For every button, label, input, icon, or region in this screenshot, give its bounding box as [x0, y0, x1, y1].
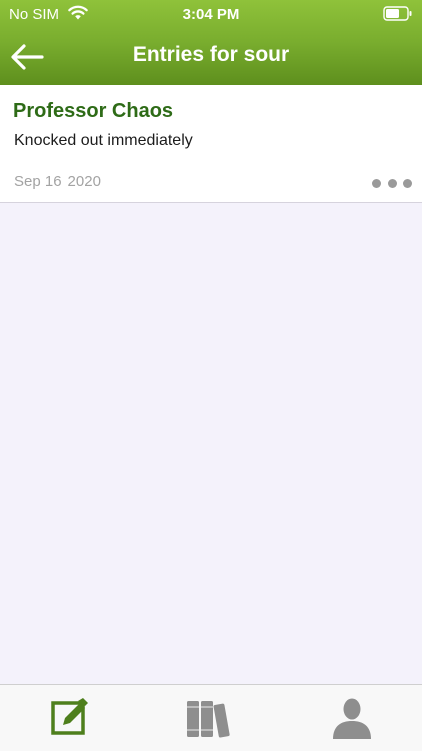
entry-date-month-day: Sep 16	[14, 173, 62, 190]
library-books-icon	[187, 701, 230, 738]
entry-more-button[interactable]	[372, 173, 412, 193]
entry-list-item[interactable]: Professor Chaos Knocked out immediately …	[0, 85, 422, 203]
status-bar: No SIM 3:04 PM	[0, 0, 422, 30]
page-title: Entries for sour	[132, 43, 290, 66]
app-header: No SIM 3:04 PM Entries for sour	[0, 0, 422, 85]
status-time: 3:04 PM	[182, 6, 240, 23]
tab-write-entry[interactable]	[0, 685, 140, 751]
entry-title: Professor Chaos	[13, 100, 174, 122]
more-dot	[387, 178, 397, 188]
entry-body: Knocked out immediately	[14, 132, 193, 149]
tab-library[interactable]	[141, 685, 281, 751]
arrow-left-icon	[11, 44, 44, 70]
tab-profile[interactable]	[282, 685, 422, 751]
profile-icon	[333, 698, 371, 739]
edit-icon	[51, 698, 88, 735]
entry-date-year: 2020	[67, 173, 101, 190]
back-button[interactable]	[6, 40, 48, 74]
more-dots-icon	[372, 178, 381, 188]
tab-bar	[0, 684, 422, 751]
battery-icon	[383, 6, 412, 21]
entry-date: Sep 16 2020	[14, 173, 101, 190]
more-dot	[403, 178, 412, 188]
